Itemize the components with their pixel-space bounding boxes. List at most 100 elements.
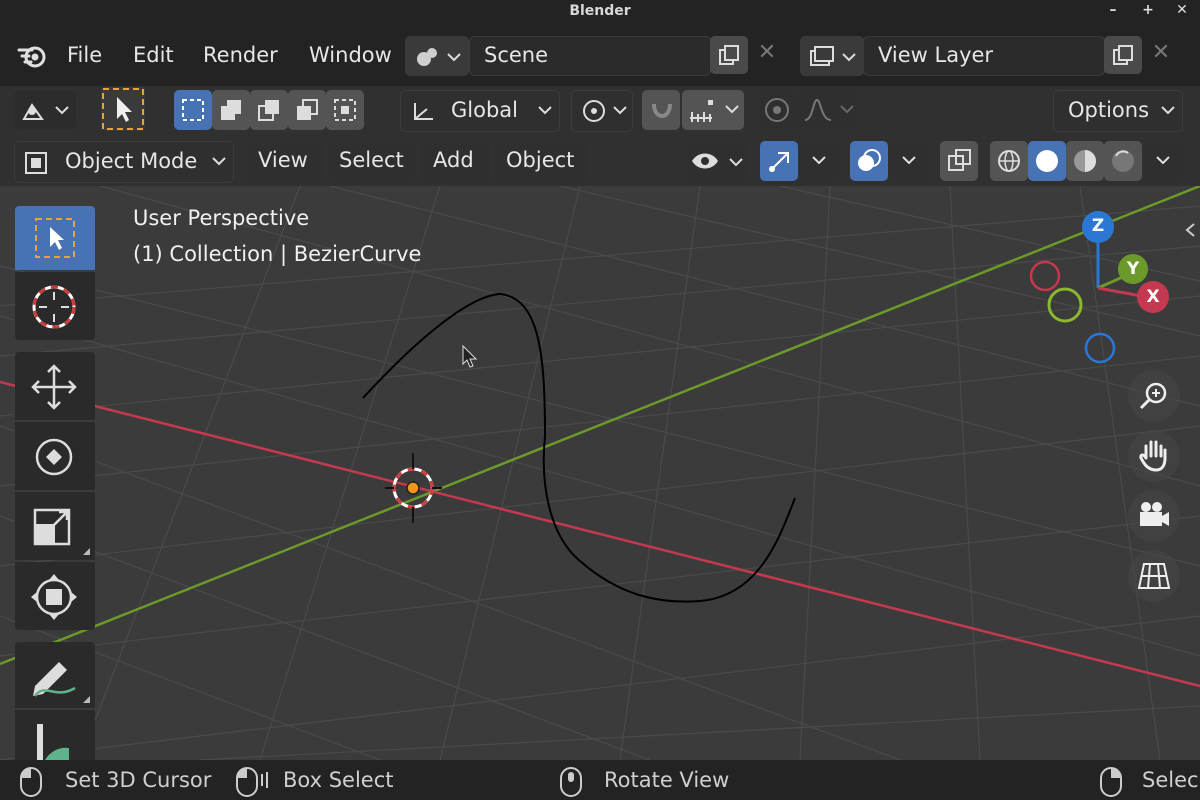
tool-move[interactable] xyxy=(15,352,95,420)
title-bar: Blender – + ✕ xyxy=(0,0,1200,24)
rendered-sphere-icon xyxy=(1112,150,1134,172)
menu-edit[interactable]: Edit xyxy=(133,43,174,67)
select-menu[interactable]: Select xyxy=(329,141,415,181)
chevron-down-icon xyxy=(1156,156,1170,165)
tool-more-indicator xyxy=(83,696,90,703)
pan-button[interactable] xyxy=(1128,430,1180,482)
scale-icon xyxy=(33,508,71,546)
tool-annotate[interactable] xyxy=(15,642,95,708)
scene-type-dropdown[interactable] xyxy=(405,36,469,76)
mouse-middle-icon xyxy=(560,767,582,797)
tool-cursor[interactable] xyxy=(15,272,95,340)
pivot-point-icon xyxy=(583,100,627,122)
select-mode-tool[interactable] xyxy=(101,87,145,131)
chevron-down-icon xyxy=(1161,106,1175,115)
mouse-left-icon xyxy=(20,767,42,797)
select-box-icon xyxy=(35,218,75,258)
blender-logo-icon[interactable] xyxy=(16,40,50,72)
select-subtract-button[interactable] xyxy=(250,90,288,130)
status-rotate-action: Rotate View xyxy=(604,768,730,792)
shading-material-button[interactable] xyxy=(1066,141,1104,181)
snap-toggle[interactable] xyxy=(642,90,680,130)
ortho-toggle-button[interactable] xyxy=(1128,550,1180,602)
select-difference-button[interactable] xyxy=(288,90,326,130)
xray-toggle[interactable] xyxy=(940,141,978,181)
gizmo-arrow-icon xyxy=(769,152,789,172)
new-scene-button[interactable] xyxy=(710,36,748,74)
menu-render[interactable]: Render xyxy=(203,43,278,67)
transform-orientation-value: Global xyxy=(451,98,518,122)
sidebar-toggle-icon[interactable] xyxy=(1182,222,1198,238)
transform-orientation-dropdown[interactable]: Global xyxy=(400,90,560,132)
zoom-button[interactable] xyxy=(1128,370,1180,422)
object-menu-label: Object xyxy=(506,148,575,172)
shading-mode-group xyxy=(990,141,1142,181)
tool-select-box[interactable] xyxy=(15,206,95,270)
render-layers-icon xyxy=(810,46,856,66)
collection-label: (1) Collection | BezierCurve xyxy=(133,242,422,266)
3d-cursor-icon xyxy=(385,453,442,523)
overlay-circles-icon xyxy=(858,149,881,171)
select-extend-button[interactable] xyxy=(212,90,250,130)
select-new-button[interactable] xyxy=(174,90,212,130)
gizmo-toggle[interactable] xyxy=(760,141,798,181)
close-window-button[interactable]: ✕ xyxy=(1170,2,1194,22)
transform-icon xyxy=(31,574,77,620)
select-intersect-button[interactable] xyxy=(326,90,364,130)
tool-rotate[interactable] xyxy=(15,422,95,490)
mouse-right-icon xyxy=(1100,767,1122,797)
add-menu[interactable]: Add xyxy=(420,141,490,181)
wireframe-sphere-icon xyxy=(998,150,1020,172)
tool-transform[interactable] xyxy=(15,562,95,630)
scene-name: Scene xyxy=(484,43,549,67)
mode-value: Object Mode xyxy=(65,149,198,173)
options-label: Options xyxy=(1068,98,1150,122)
chevron-down-icon xyxy=(902,156,916,165)
x-axis-line xyxy=(0,380,1200,688)
menu-window[interactable]: Window xyxy=(309,43,392,67)
shading-rendered-button[interactable] xyxy=(1104,141,1142,181)
scene-name-field[interactable]: Scene xyxy=(469,36,711,76)
select-extend-icon xyxy=(221,100,241,120)
editor-type-dropdown[interactable] xyxy=(14,91,76,129)
overlays-dropdown[interactable] xyxy=(890,141,928,181)
view-layer-field[interactable]: View Layer xyxy=(863,36,1105,76)
material-sphere-icon xyxy=(1074,150,1096,172)
scene-icon xyxy=(417,48,461,66)
status-right-action: Selec xyxy=(1142,768,1199,792)
view-layer-name: View Layer xyxy=(878,43,994,67)
object-menu[interactable]: Object xyxy=(494,141,588,181)
shading-wireframe-button[interactable] xyxy=(990,141,1028,181)
delete-scene-icon[interactable]: ✕ xyxy=(752,40,782,70)
camera-view-button[interactable] xyxy=(1128,490,1180,542)
bezier-curve xyxy=(362,292,796,603)
minimize-button[interactable]: – xyxy=(1101,2,1125,22)
options-dropdown[interactable]: Options xyxy=(1053,90,1183,132)
gizmo-z-label: Z xyxy=(1091,216,1105,236)
proportional-falloff-dropdown[interactable] xyxy=(797,90,859,130)
menu-file[interactable]: File xyxy=(67,43,102,67)
annotate-pencil-icon xyxy=(33,662,76,697)
status-left-action: Set 3D Cursor xyxy=(65,768,212,792)
3d-viewport[interactable]: User Perspective (1) Collection | Bezier… xyxy=(0,186,1200,760)
proportional-editing-toggle[interactable] xyxy=(757,90,795,130)
view-menu[interactable]: View xyxy=(248,141,324,181)
mode-dropdown[interactable]: Object Mode xyxy=(14,141,234,183)
tool-measure[interactable] xyxy=(15,710,95,760)
maximize-button[interactable]: + xyxy=(1136,2,1160,22)
view-layer-type-dropdown[interactable] xyxy=(800,36,864,76)
shading-dropdown[interactable] xyxy=(1144,141,1182,181)
delete-view-layer-icon[interactable]: ✕ xyxy=(1146,40,1176,70)
overlays-toggle[interactable] xyxy=(850,141,888,181)
visibility-dropdown[interactable] xyxy=(686,141,748,181)
pivot-point-dropdown[interactable] xyxy=(571,90,633,132)
snap-target-dropdown[interactable] xyxy=(682,90,744,130)
shading-solid-button[interactable] xyxy=(1028,141,1066,181)
tool-scale[interactable] xyxy=(15,492,95,560)
chevron-down-icon xyxy=(812,156,826,165)
xray-icon xyxy=(948,149,971,171)
new-view-layer-button[interactable] xyxy=(1104,36,1142,74)
select-new-icon xyxy=(182,99,204,121)
cursor-select-icon xyxy=(102,88,144,130)
gizmo-dropdown[interactable] xyxy=(800,141,838,181)
